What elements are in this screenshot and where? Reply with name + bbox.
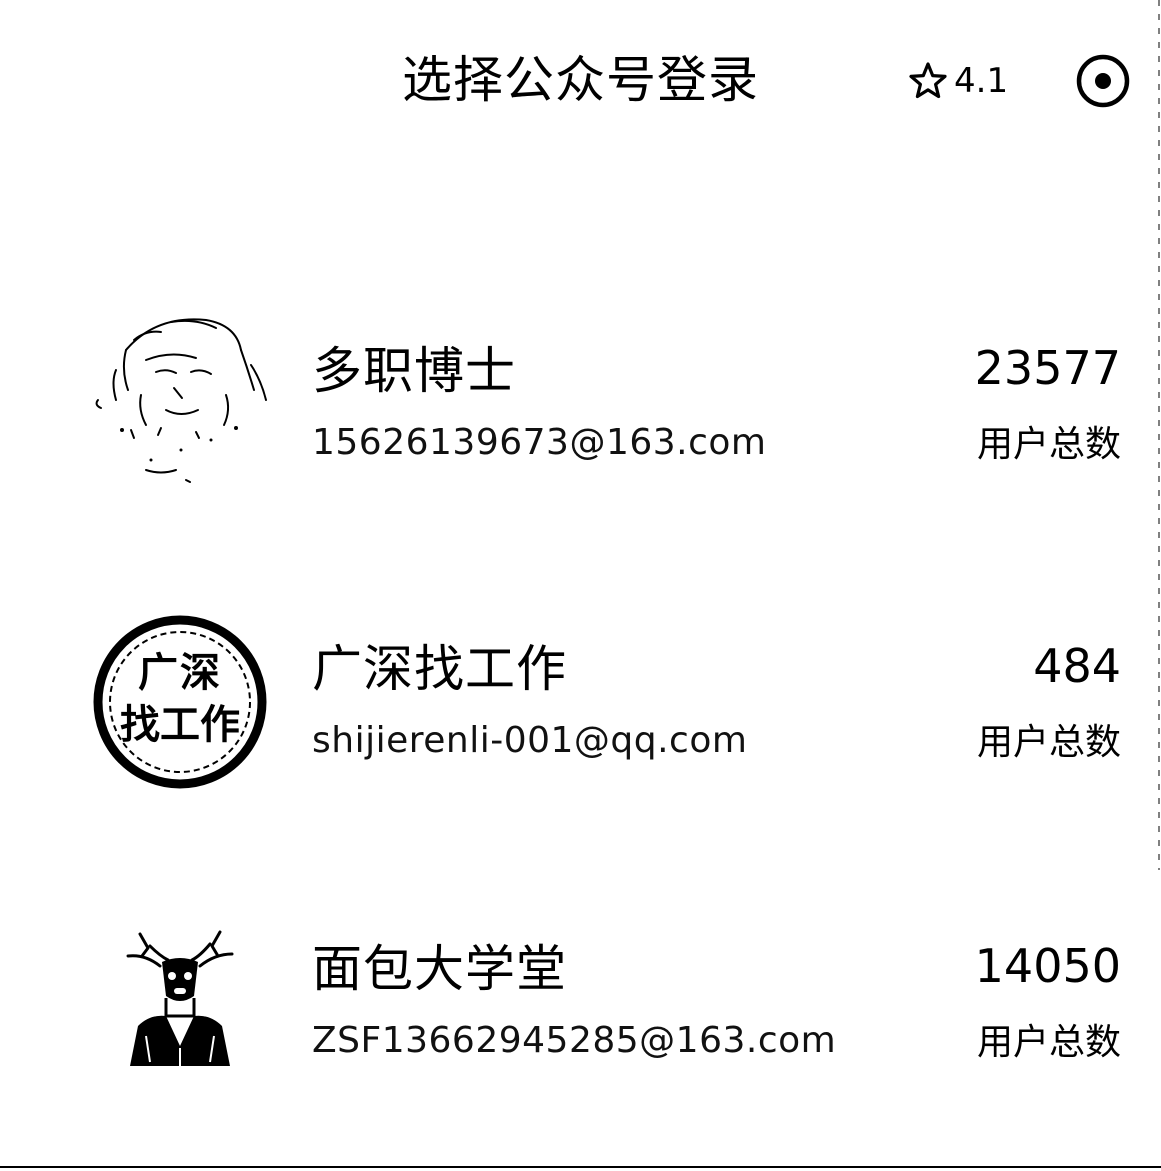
- account-name: 多职博士: [312, 342, 516, 400]
- account-email: shijierenli-001@qq.com: [312, 720, 748, 761]
- user-count-label: 用户总数: [976, 722, 1121, 763]
- user-count-label: 用户总数: [976, 424, 1121, 465]
- target-icon[interactable]: [1074, 52, 1132, 110]
- user-count: 23577: [974, 341, 1121, 395]
- sketch-portrait-avatar: [86, 310, 276, 500]
- account-item[interactable]: 广深 找工作 广深找工作 shijierenli-001@qq.com 484 …: [0, 608, 1161, 808]
- deer-in-jacket-avatar: [120, 926, 240, 1071]
- account-name: 广深找工作: [312, 640, 567, 698]
- rating-value: 4.1: [954, 61, 1009, 101]
- seal-text-line2: 找工作: [120, 702, 240, 748]
- user-count-label: 用户总数: [976, 1022, 1121, 1063]
- scroll-edge: [1158, 0, 1160, 870]
- user-count: 484: [1033, 639, 1121, 693]
- bottom-divider: [0, 1166, 1161, 1168]
- account-item[interactable]: 多职博士 15626139673@163.com 23577 用户总数: [0, 310, 1161, 510]
- rating-badge[interactable]: 4.1: [908, 56, 1008, 106]
- account-item[interactable]: 面包大学堂 ZSF13662945285@163.com 14050 用户总数: [0, 908, 1161, 1108]
- star-outline-icon: [908, 61, 948, 101]
- account-name: 面包大学堂: [312, 940, 567, 998]
- account-email: ZSF13662945285@163.com: [312, 1020, 837, 1061]
- header-bar: 选择公众号登录 4.1: [0, 0, 1161, 170]
- circular-seal-avatar: 广深 找工作: [90, 612, 270, 792]
- user-count: 14050: [974, 939, 1121, 993]
- account-email: 15626139673@163.com: [312, 422, 767, 463]
- seal-text-line1: 广深: [138, 650, 222, 696]
